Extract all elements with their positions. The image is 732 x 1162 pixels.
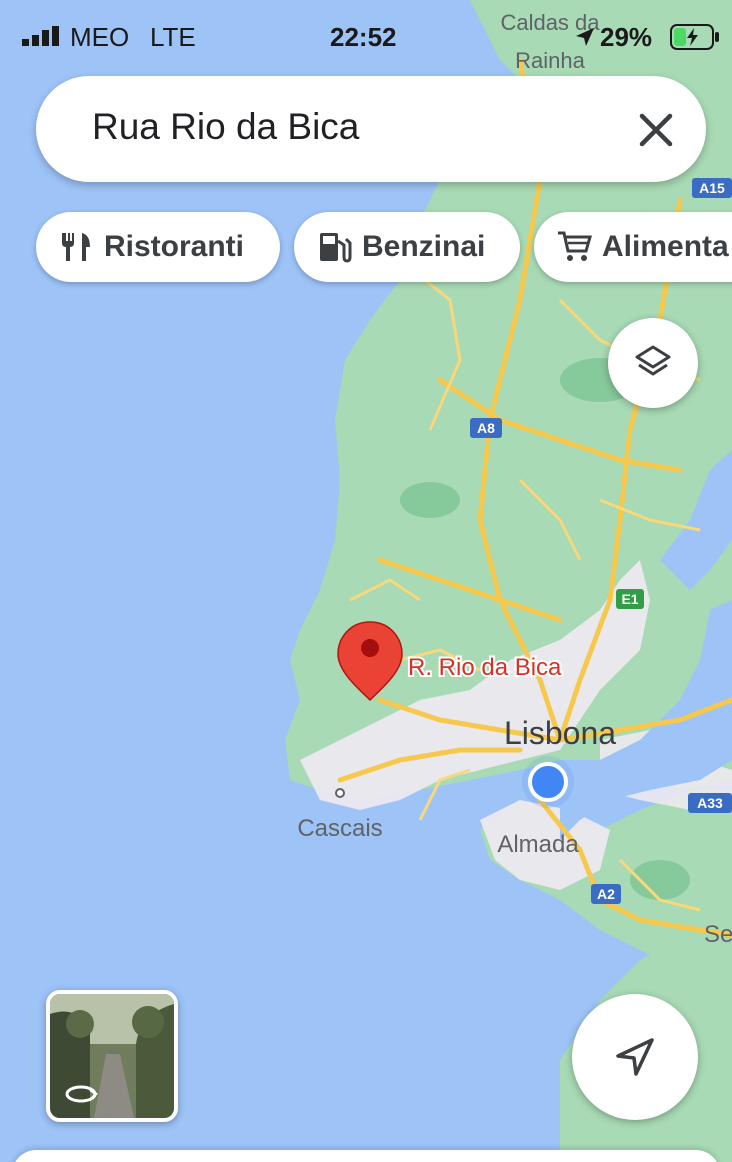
clock: 22:52: [330, 22, 397, 52]
restaurant-icon: [62, 233, 90, 261]
carrier-name: MEO: [70, 22, 130, 52]
battery-percent: 29%: [600, 22, 653, 52]
signal-icon: [22, 26, 59, 46]
svg-text:A8: A8: [477, 420, 495, 436]
battery-charging-icon: [670, 24, 719, 50]
pin-label: R. Rio da Bica: [408, 654, 562, 681]
category-chips: Ristoranti Benzinai Alimenta: [36, 212, 732, 282]
place-label-cascais: Cascais: [297, 815, 382, 842]
navigation-arrow-icon: [616, 1038, 654, 1076]
svg-text:A33: A33: [697, 795, 723, 811]
layers-icon: [635, 345, 671, 376]
gas-station-icon: [320, 233, 352, 263]
road-shield-a15: A15: [692, 178, 732, 198]
street-view-thumbnail[interactable]: [46, 990, 178, 1122]
park: [400, 482, 460, 518]
status-bar: MEO LTE 22:52 29%: [0, 0, 732, 64]
bottom-sheet[interactable]: [12, 1150, 720, 1162]
place-label-almada: Almada: [497, 831, 579, 858]
place-label-lisbon: Lisbona: [504, 715, 616, 751]
street-view-rotate-icon: [65, 1085, 98, 1103]
chip-restaurants[interactable]: Ristoranti: [36, 212, 280, 282]
layers-button[interactable]: [608, 318, 698, 408]
location-arrow-icon: [576, 28, 594, 46]
place-dot-cascais: [335, 788, 345, 798]
svg-text:A15: A15: [699, 180, 725, 196]
search-bar[interactable]: Rua Rio da Bica: [36, 76, 706, 182]
chip-label: Benzinai: [362, 230, 486, 263]
svg-text:A2: A2: [597, 886, 615, 902]
search-query[interactable]: Rua Rio da Bica: [92, 106, 359, 148]
network-type: LTE: [150, 22, 196, 52]
road-shield-e1: E1: [616, 589, 644, 609]
chip-label: Ristoranti: [104, 230, 245, 263]
my-location-button[interactable]: [572, 994, 698, 1120]
close-icon[interactable]: [630, 104, 682, 156]
road-shield-a8: A8: [470, 418, 502, 438]
cart-icon: [558, 231, 592, 261]
road-shield-a2: A2: [591, 884, 621, 904]
svg-text:E1: E1: [621, 591, 638, 607]
place-label-setubal: Se: [704, 921, 732, 948]
road-shield-a33: A33: [688, 793, 732, 813]
chip-gas-stations[interactable]: Benzinai: [294, 212, 520, 282]
current-location-dot: [528, 762, 568, 802]
maps-screen: A8 A15 E1 A33 A2 Caldas da Rainha Lisbon…: [0, 0, 732, 1162]
chip-groceries[interactable]: Alimenta: [534, 212, 732, 282]
chip-label: Alimenta: [602, 230, 729, 263]
